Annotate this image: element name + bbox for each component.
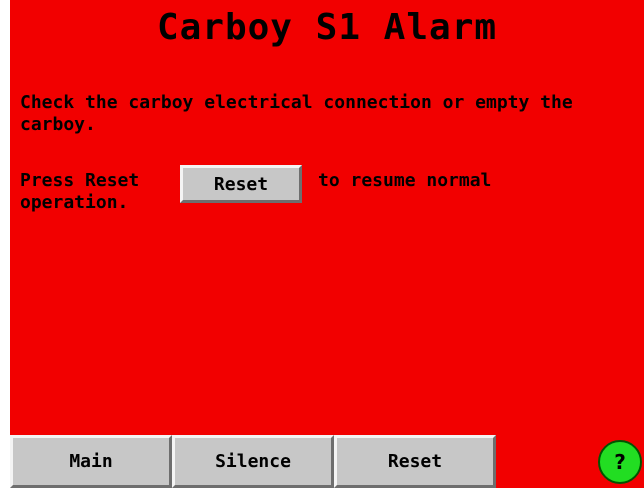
- main-button[interactable]: Main: [10, 435, 172, 488]
- reset-button[interactable]: Reset: [334, 435, 496, 488]
- help-button[interactable]: ?: [598, 440, 642, 484]
- silence-button[interactable]: Silence: [172, 435, 334, 488]
- instruction-text-continued: operation.: [20, 192, 129, 213]
- inline-reset-button[interactable]: Reset: [180, 165, 302, 203]
- page-title: Carboy S1 Alarm: [156, 7, 498, 48]
- alarm-screen: Carboy S1 Alarm Check the carboy electri…: [10, 0, 644, 488]
- bottom-nav-bar: Main Silence Reset: [10, 433, 644, 488]
- alarm-message: Check the carboy electrical connection o…: [20, 92, 573, 135]
- instruction-text-before: Press Reset: [20, 170, 140, 191]
- instruction-text-after: to resume normal: [318, 170, 492, 191]
